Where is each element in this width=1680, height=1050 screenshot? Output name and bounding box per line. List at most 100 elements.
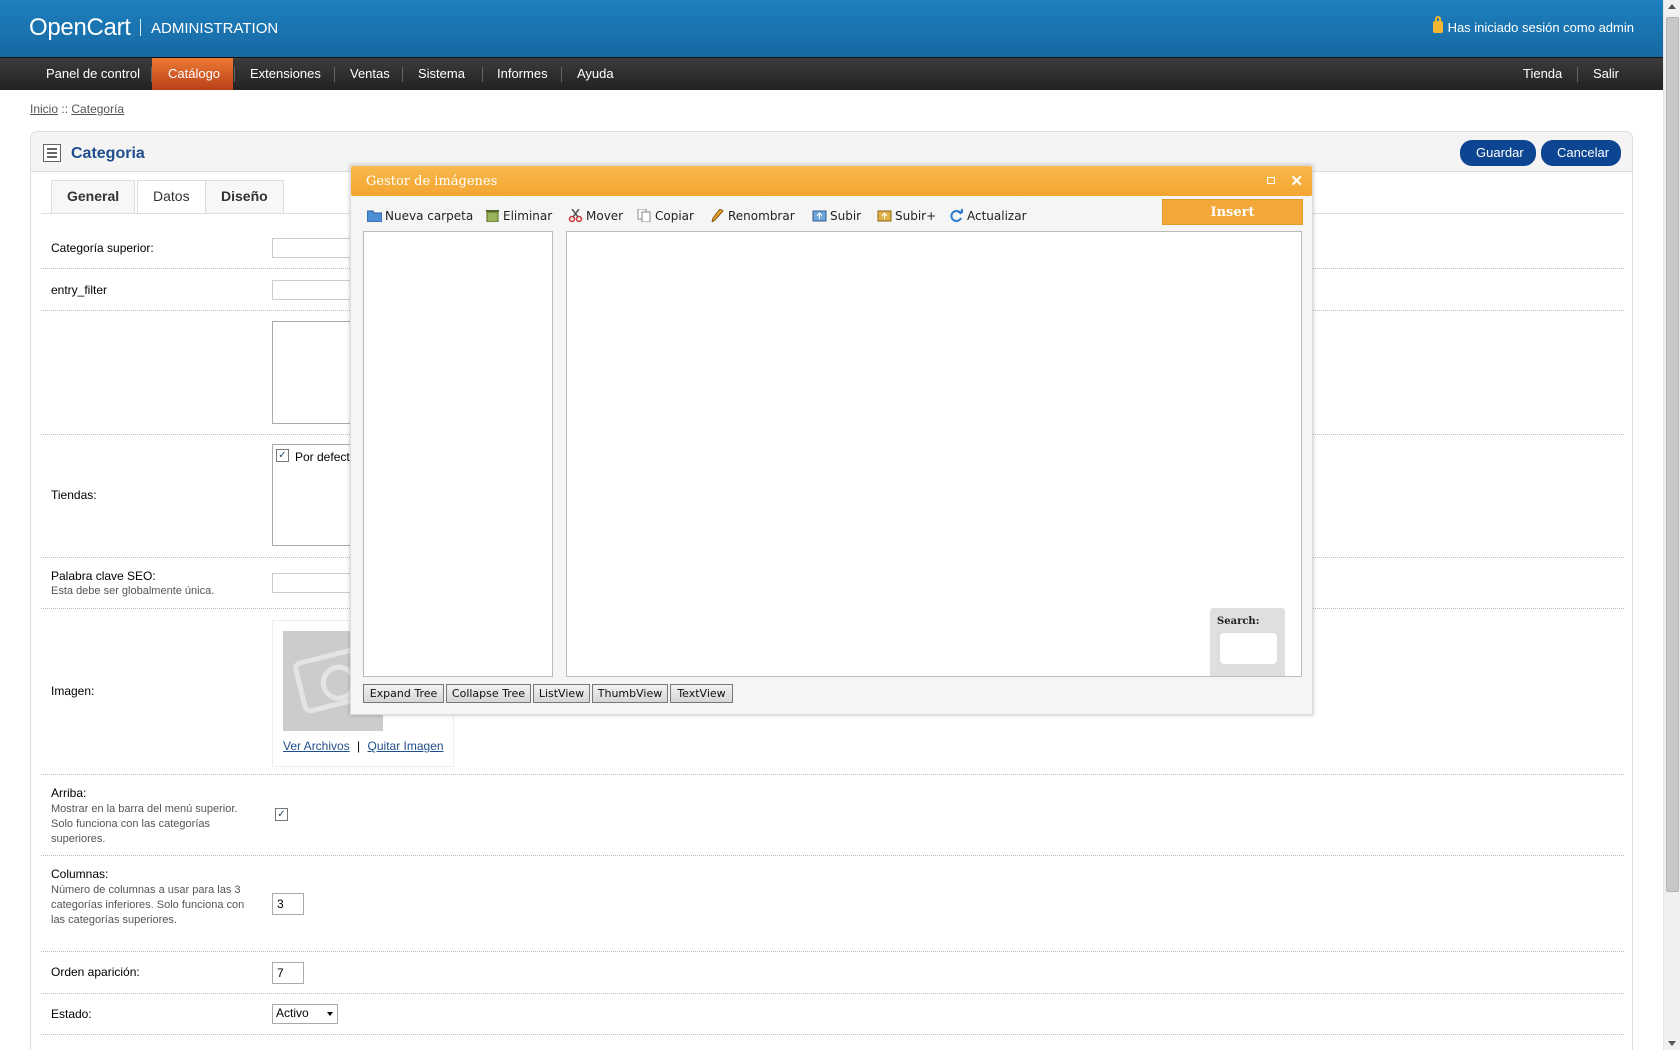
insert-button[interactable]: Insert (1162, 199, 1303, 225)
seo-label-group: Palabra clave SEO: Esta debe ser globalm… (51, 569, 261, 599)
menu-item-dashboard[interactable]: Panel de control (30, 58, 156, 90)
login-text: Has iniciado sesión como admin (1447, 20, 1634, 35)
delete-button[interactable]: Eliminar (485, 206, 552, 226)
pencil-icon (711, 209, 724, 222)
columns-help: Número de columnas a usar para las 3 cat… (51, 884, 245, 926)
file-list[interactable]: Search: (566, 231, 1302, 677)
menu-item-logout[interactable]: Salir (1577, 58, 1635, 90)
tab-design[interactable]: Diseño (205, 180, 284, 213)
status-select[interactable]: Activo (272, 1004, 338, 1024)
scrollbar-thumb[interactable] (1666, 17, 1679, 892)
columns-input[interactable]: 3 (272, 893, 304, 915)
scissors-icon (568, 209, 583, 222)
row-divider (41, 993, 1624, 994)
page-scrollbar[interactable] (1663, 0, 1680, 1050)
menu-item-help[interactable]: Ayuda (561, 58, 630, 90)
save-button[interactable]: Guardar (1460, 140, 1536, 166)
menu-item-extensions[interactable]: Extensiones (234, 58, 337, 90)
copy-icon (637, 209, 651, 222)
lock-icon (1432, 16, 1443, 33)
new-folder-label: Nueva carpeta (385, 209, 474, 223)
logo-divider (140, 19, 141, 36)
logo[interactable]: OpenCart (29, 14, 131, 42)
main-menu: Panel de control Catálogo Extensiones Ve… (0, 57, 1663, 90)
tab-data[interactable]: Datos (137, 180, 206, 214)
breadcrumb-separator: :: (61, 102, 69, 116)
upload-label: Subir (830, 209, 862, 223)
scroll-up-icon[interactable] (1668, 4, 1676, 9)
search-label: Search: (1217, 616, 1260, 627)
top-label: Arriba: (51, 786, 87, 800)
menu-item-reports[interactable]: Informes (481, 58, 564, 90)
search-input[interactable] (1219, 632, 1278, 665)
remove-image-link[interactable]: Quitar Imagen (368, 739, 444, 753)
menu-item-store[interactable]: Tienda (1507, 58, 1578, 90)
top-help: Mostrar en la barra del menú superior. S… (51, 803, 238, 845)
chevron-down-icon (327, 1012, 333, 1016)
folder-icon (367, 210, 382, 222)
multi-upload-label: Subir+ (895, 209, 937, 223)
close-icon[interactable]: ✕ (1290, 172, 1303, 190)
image-links-separator: | (357, 739, 361, 753)
sort-order-label: Orden aparición: (51, 965, 140, 979)
breadcrumb: Inicio :: Categoría (30, 102, 124, 116)
folder-tree[interactable] (363, 231, 553, 677)
expand-tree-button[interactable]: Expand Tree (363, 684, 444, 703)
login-info: Has iniciado sesión como admin (1432, 16, 1634, 35)
stores-label: Tiendas: (51, 488, 97, 502)
refresh-icon (950, 209, 963, 222)
rename-button[interactable]: Renombrar (710, 206, 795, 226)
filter-label: entry_filter (51, 283, 108, 297)
rename-label: Renombrar (728, 209, 795, 223)
row-divider (41, 855, 1624, 856)
top-checkbox[interactable]: ✓ (275, 808, 288, 821)
dialog-title: Gestor de imágenes (366, 174, 498, 189)
tab-general[interactable]: General (51, 180, 136, 213)
status-label: Estado: (51, 1007, 92, 1021)
upload-button[interactable]: Subir (812, 206, 861, 226)
image-links: Ver Archivos | Quitar Imagen (283, 739, 444, 753)
category-icon (43, 144, 61, 162)
upload-icon (812, 210, 827, 222)
store-default-label: Por defecto (295, 450, 357, 464)
row-divider (41, 951, 1624, 952)
copy-button[interactable]: Copiar (637, 206, 694, 226)
image-manager-dialog: Gestor de imágenes ✕ Nueva carpeta Elimi… (350, 165, 1313, 715)
refresh-label: Actualizar (967, 209, 1027, 223)
top-label-group: Arriba: Mostrar en la barra del menú sup… (51, 786, 241, 847)
dialog-titlebar[interactable]: Gestor de imágenes ✕ (351, 166, 1312, 196)
columns-label-group: Columnas: Número de columnas a usar para… (51, 867, 246, 928)
list-view-button[interactable]: ListView (533, 684, 590, 703)
search-box: Search: (1210, 608, 1285, 676)
multi-upload-button[interactable]: Subir+ (877, 206, 936, 226)
menu-item-system[interactable]: Sistema (402, 58, 481, 90)
admin-label: ADMINISTRATION (151, 20, 279, 37)
sort-order-input[interactable]: 7 (272, 962, 304, 984)
row-divider (41, 774, 1624, 775)
trash-icon (486, 210, 499, 222)
scroll-down-icon[interactable] (1668, 1041, 1676, 1046)
move-button[interactable]: Mover (568, 206, 623, 226)
seo-help: Esta debe ser globalmente única. (51, 585, 215, 597)
browse-files-link[interactable]: Ver Archivos (283, 739, 350, 753)
restore-icon[interactable] (1267, 177, 1275, 184)
menu-item-catalog[interactable]: Catálogo (152, 58, 233, 90)
delete-label: Eliminar (503, 209, 553, 223)
text-view-button[interactable]: TextView (670, 684, 733, 703)
thumb-view-button[interactable]: ThumbView (592, 684, 668, 703)
new-folder-button[interactable]: Nueva carpeta (367, 206, 473, 226)
columns-label: Columnas: (51, 867, 109, 881)
breadcrumb-current-link[interactable]: Categoría (71, 102, 124, 116)
menu-item-sales[interactable]: Ventas (334, 58, 406, 90)
header: OpenCart ADMINISTRATION Has iniciado ses… (0, 0, 1663, 57)
breadcrumb-home-link[interactable]: Inicio (30, 102, 58, 116)
image-label: Imagen: (51, 684, 95, 698)
status-select-value: Activo (276, 1006, 309, 1020)
collapse-tree-button[interactable]: Collapse Tree (446, 684, 531, 703)
store-default-checkbox[interactable]: ✓ (276, 449, 289, 462)
row-divider (41, 1034, 1624, 1035)
refresh-button[interactable]: Actualizar (949, 206, 1027, 226)
parent-category-label: Categoría superior: (51, 241, 154, 255)
cancel-button[interactable]: Cancelar (1541, 140, 1621, 166)
move-label: Mover (586, 209, 624, 223)
